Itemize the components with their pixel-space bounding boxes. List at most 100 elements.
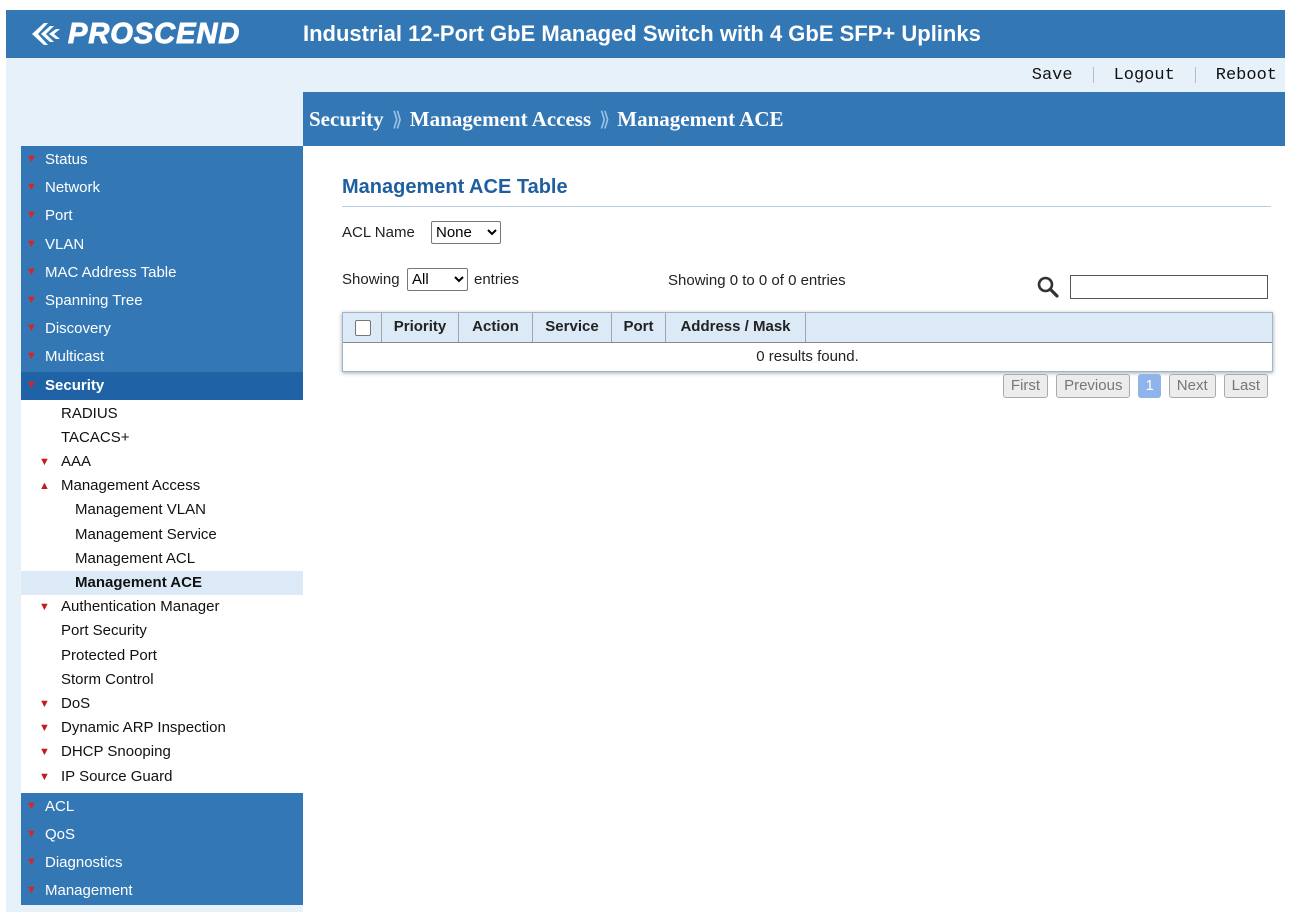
chevron-down-icon: ▼ bbox=[39, 746, 50, 759]
nav-sub-label: DHCP Snooping bbox=[61, 743, 171, 761]
nav-sub-label: AAA bbox=[61, 453, 92, 471]
nav-acl[interactable]: ▼ ACL bbox=[21, 792, 303, 821]
sidebar: ▼ Status ▼ Network ▼ Port ▼ VLAN ▼ MAC Addres… bbox=[21, 146, 303, 906]
nav-network[interactable]: ▼ Network bbox=[21, 174, 303, 203]
chevron-down-icon: ▼ bbox=[26, 322, 37, 335]
chevron-down-icon: ▼ bbox=[26, 153, 37, 165]
nav-port[interactable]: ▼ Port bbox=[21, 202, 303, 231]
nav-diagnostics[interactable]: ▼ Diagnostics bbox=[21, 849, 303, 878]
nav-label: ACL bbox=[45, 797, 75, 815]
nav-qos[interactable]: ▼ QoS bbox=[21, 820, 303, 850]
nav-spanning-tree[interactable]: ▼ Spanning Tree bbox=[21, 286, 303, 316]
nav-sub-label: Storm Control bbox=[61, 670, 154, 688]
logout-link[interactable]: Logout bbox=[1114, 66, 1175, 85]
breadcrumb-management-access[interactable]: Management Access bbox=[410, 107, 591, 132]
column-port[interactable]: Port bbox=[612, 313, 666, 342]
sidebar-item-protected-port[interactable]: Protected Port bbox=[21, 643, 303, 668]
nav-label: Management bbox=[45, 882, 133, 900]
chevron-down-icon: ▼ bbox=[39, 770, 50, 783]
nav-discovery[interactable]: ▼ Discovery bbox=[21, 315, 303, 344]
last-page-button[interactable]: Last bbox=[1223, 374, 1268, 398]
sidebar-item-management-access[interactable]: ▲ Management Access bbox=[21, 474, 303, 499]
proscend-logo-icon bbox=[32, 23, 60, 45]
nav-vlan[interactable]: ▼ VLAN bbox=[21, 230, 303, 259]
previous-page-button[interactable]: Previous bbox=[1056, 374, 1131, 398]
nav-label: MAC Address Table bbox=[45, 263, 177, 281]
sidebar-item-dynamic-arp-inspection[interactable]: ▼ Dynamic ARP Inspection bbox=[21, 716, 303, 741]
nav-sub-label: RADIUS bbox=[61, 404, 118, 422]
link-divider bbox=[1194, 67, 1196, 83]
entries-info: Showing 0 to 0 of 0 entries bbox=[668, 272, 846, 289]
select-all-checkbox[interactable] bbox=[355, 320, 371, 336]
breadcrumb-separator-icon: ⟫ bbox=[599, 107, 610, 131]
page-1-button[interactable]: 1 bbox=[1138, 374, 1161, 398]
chevron-down-icon: ▼ bbox=[26, 856, 37, 869]
nav-status[interactable]: ▼ Status bbox=[21, 146, 303, 175]
chevron-down-icon: ▼ bbox=[26, 265, 37, 278]
nav-label: Port bbox=[45, 207, 73, 225]
nav-sub-label: IP Source Guard bbox=[61, 767, 173, 785]
first-page-button[interactable]: First bbox=[1002, 374, 1049, 398]
chevron-down-icon: ▼ bbox=[26, 181, 37, 194]
nav-label: Spanning Tree bbox=[45, 291, 143, 309]
nav-sub-label: Authentication Manager bbox=[61, 598, 220, 616]
nav-label: Status bbox=[45, 151, 88, 168]
column-address-mask[interactable]: Address / Mask bbox=[666, 313, 806, 342]
entries-label: entries bbox=[474, 271, 520, 288]
column-priority[interactable]: Priority bbox=[382, 313, 459, 342]
sidebar-item-port-security[interactable]: Port Security bbox=[21, 619, 303, 644]
nav-label: Discovery bbox=[45, 320, 111, 338]
product-title: Industrial 12-Port GbE Managed Switch wi… bbox=[303, 21, 981, 46]
sidebar-item-tacacs[interactable]: TACACS+ bbox=[21, 425, 303, 451]
breadcrumb-management-ace: Management ACE bbox=[617, 106, 784, 131]
nav-multicast[interactable]: ▼ Multicast bbox=[21, 343, 303, 372]
nav-mac-address-table[interactable]: ▼ MAC Address Table bbox=[21, 258, 303, 287]
chevron-down-icon: ▼ bbox=[39, 722, 50, 735]
sidebar-item-aaa[interactable]: ▼ AAA bbox=[21, 450, 303, 475]
main-content: Management ACE Table ACL Name None Showi… bbox=[303, 146, 1285, 912]
nav-sub-label: Dynamic ARP Inspection bbox=[61, 719, 226, 737]
sidebar-item-management-service[interactable]: Management Service bbox=[21, 522, 303, 547]
acl-name-label: ACL Name bbox=[342, 224, 415, 241]
reboot-link[interactable]: Reboot bbox=[1216, 66, 1277, 85]
next-page-button[interactable]: Next bbox=[1168, 374, 1216, 398]
nav-security[interactable]: ▼ Security bbox=[21, 371, 303, 400]
search-icon bbox=[1037, 276, 1059, 298]
nav-label: Diagnostics bbox=[45, 854, 123, 872]
search-input[interactable] bbox=[1070, 275, 1268, 299]
nav-sub-label: DoS bbox=[61, 694, 91, 712]
brand-logo: PROSCEND bbox=[28, 17, 240, 50]
nav-sub-label: TACACS+ bbox=[61, 428, 130, 446]
top-links: Save Logout Reboot bbox=[1032, 63, 1277, 87]
column-service[interactable]: Service bbox=[533, 313, 612, 342]
select-all-checkbox-cell bbox=[343, 313, 382, 342]
column-action[interactable]: Action bbox=[459, 313, 533, 342]
sidebar-item-radius[interactable]: RADIUS bbox=[21, 401, 303, 426]
sidebar-item-management-acl[interactable]: Management ACL bbox=[21, 546, 303, 571]
sidebar-item-ip-source-guard[interactable]: ▼ IP Source Guard bbox=[21, 764, 303, 789]
save-link[interactable]: Save bbox=[1032, 66, 1073, 85]
sidebar-item-management-vlan[interactable]: Management VLAN bbox=[21, 498, 303, 523]
acl-name-select[interactable]: None bbox=[431, 221, 501, 244]
breadcrumb: Security ⟫ Management Access ⟫ Managemen… bbox=[303, 92, 1285, 146]
breadcrumb-security[interactable]: Security bbox=[303, 107, 384, 132]
sidebar-item-dos[interactable]: ▼ DoS bbox=[21, 691, 303, 717]
entries-select[interactable]: All bbox=[407, 268, 468, 291]
nav-sub-label: Management Access bbox=[61, 477, 201, 495]
showing-label: Showing bbox=[342, 271, 400, 288]
nav-sub-label: Port Security bbox=[61, 622, 147, 640]
nav-management[interactable]: ▼ Management bbox=[21, 877, 303, 906]
title-divider bbox=[342, 206, 1271, 207]
nav-sub-label: Management ACL bbox=[75, 549, 196, 567]
sidebar-item-storm-control[interactable]: Storm Control bbox=[21, 667, 303, 692]
nav-sub-label: Protected Port bbox=[61, 646, 157, 664]
page-title: Management ACE Table bbox=[342, 176, 568, 198]
chevron-down-icon: ▼ bbox=[26, 237, 37, 250]
empty-message: 0 results found. bbox=[756, 348, 859, 365]
chevron-down-icon: ▼ bbox=[26, 799, 37, 812]
nav-label: Multicast bbox=[45, 348, 105, 366]
sidebar-item-authentication-manager[interactable]: ▼ Authentication Manager bbox=[21, 595, 303, 620]
sidebar-item-dhcp-snooping[interactable]: ▼ DHCP Snooping bbox=[21, 740, 303, 765]
breadcrumb-separator-icon: ⟫ bbox=[391, 107, 403, 131]
sidebar-item-management-ace[interactable]: Management ACE bbox=[21, 571, 303, 596]
